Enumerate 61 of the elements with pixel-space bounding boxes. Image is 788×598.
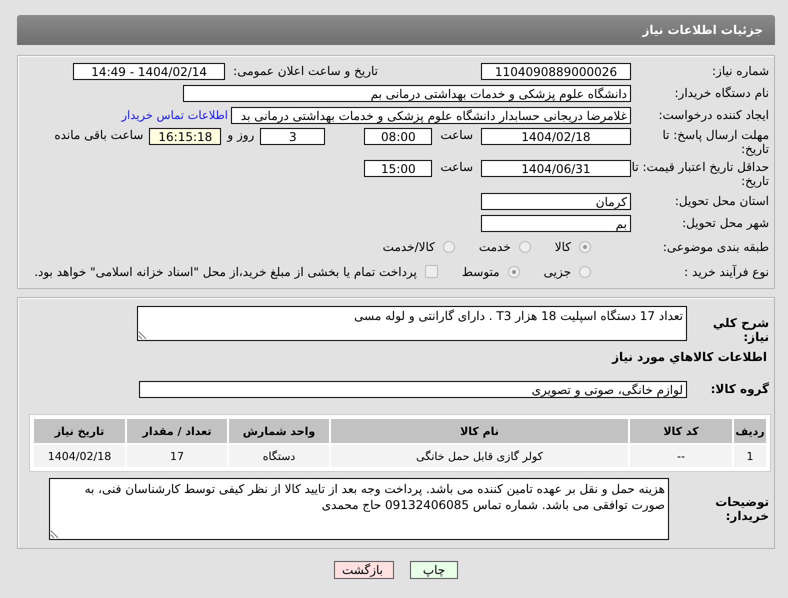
column-header: ردیف <box>734 419 766 443</box>
text-field[interactable]: 3 <box>260 128 326 145</box>
field-label: ایجاد کننده درخواست: <box>657 108 770 122</box>
contact-link[interactable]: اطلاعات تماس خریدار <box>121 108 228 122</box>
field-label: نام دستگاه خریدار: <box>674 86 770 100</box>
field-label: تاریخ و ساعت اعلان عمومی: <box>233 64 378 78</box>
text-field[interactable]: 1404/02/14 - 14:49 <box>73 62 226 80</box>
text-field[interactable]: 08:00 <box>364 128 432 145</box>
radio-button[interactable] <box>579 266 591 278</box>
field-label: استان محل تحویل: <box>674 194 770 208</box>
print-button[interactable]: چاپ <box>410 561 458 579</box>
field-label: شماره نیاز: <box>711 64 770 78</box>
field-label: مهلت ارسال پاسخ: تا تاریخ: <box>661 128 770 156</box>
text-field[interactable]: 1404/06/31 <box>481 160 631 177</box>
section-heading: اطلاعات کالاهاي مورد نياز <box>610 350 767 364</box>
countdown-field[interactable]: 16:15:18 <box>149 128 222 145</box>
option-label: کالا <box>554 240 571 254</box>
page-title: جزئیات اطلاعات نیاز <box>642 23 763 37</box>
text-field[interactable]: غلامرضا دریجانی حسابدار دانشگاه علوم پزشکی و خدمات بهداشتی درمانی بد <box>231 106 631 124</box>
field-label: ساعت <box>440 128 473 142</box>
option-label: خدمت <box>478 240 511 254</box>
column-header: تاریخ نیاز <box>34 419 125 443</box>
column-header: نام کالا <box>331 419 628 443</box>
option-label: جزیی <box>544 264 571 278</box>
checkbox[interactable] <box>424 265 438 278</box>
radio-button[interactable] <box>579 240 591 252</box>
text-field[interactable]: دانشگاه علوم پزشکی و خدمات بهداشتی درمانی بم <box>183 84 631 102</box>
radio-button[interactable] <box>518 240 531 252</box>
option-label: متوسط <box>462 264 500 278</box>
text-field[interactable]: 1104090889000026 <box>481 62 631 80</box>
field-label: روز و <box>227 128 254 142</box>
column-header: واحد شمارش <box>229 419 329 443</box>
text-field[interactable]: کرمان <box>481 192 631 210</box>
field-label: طبقه بندی موضوعی: <box>662 240 770 254</box>
table-cell: -- <box>630 445 732 467</box>
text-field[interactable]: 1404/02/18 <box>481 128 631 145</box>
field-label: شرح کلي نياز: <box>712 315 770 344</box>
description-field[interactable]: تعداد 17 دستگاه اسپلیت 18 هزار T3 . دارای گارانتی و لوله مسی <box>137 306 687 341</box>
option-label: پرداخت تمام یا بخشی از مبلغ خرید،از محل "اسناد خزانه اسلامی" خواهد بود. <box>34 264 417 278</box>
text-field[interactable]: بم <box>481 214 631 232</box>
field-label: ساعت <box>440 160 473 174</box>
radio-button[interactable] <box>442 240 455 252</box>
text-field[interactable]: لوازم خانگی، صوتی و تصویری <box>139 380 687 398</box>
column-header: تعداد / مقدار <box>127 419 227 443</box>
field-label: توضیحات خریدار: <box>714 495 770 523</box>
field-label: حداقل تاریخ اعتبار قیمت: تا تاریخ: <box>631 160 770 188</box>
table-cell: کولر گازی قابل حمل خانگی <box>331 445 628 467</box>
field-label: شهر محل تحویل: <box>681 216 770 230</box>
text-field[interactable]: 15:00 <box>364 160 432 177</box>
back-button[interactable]: بازگشت <box>334 561 394 579</box>
notes-field[interactable]: هزینه حمل و نقل بر عهده تامین کننده می باشد. پرداخت وجه بعد از تایید کالا از نظر کیفی توسط کارشناسان فنی، به صورت توافقی می باشد. شماره تماس 09132406085 حاج محمدی <box>49 478 669 540</box>
table-cell: 1404/02/18 <box>34 445 125 467</box>
field-label: گروه کالا: <box>710 382 770 396</box>
table-cell: 1 <box>734 445 766 467</box>
radio-button[interactable] <box>508 266 520 278</box>
table-cell: 17 <box>127 445 227 467</box>
field-label: ساعت باقی مانده <box>54 128 144 142</box>
field-label: نوع فرآیند خرید : <box>683 264 770 278</box>
column-header: کد کالا <box>630 419 732 443</box>
table-cell: دستگاه <box>229 445 329 467</box>
option-label: کالا/خدمت <box>382 240 435 254</box>
